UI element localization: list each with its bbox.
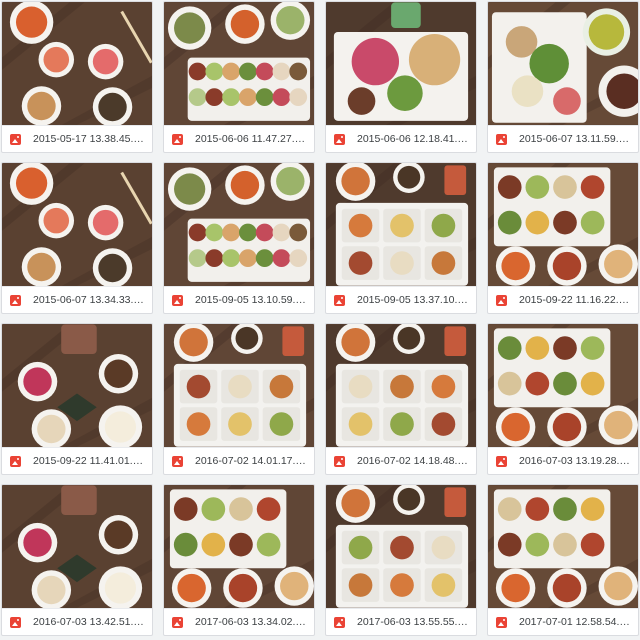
file-caption[interactable]: 2015-06-06 11.47.27.jpg bbox=[164, 125, 314, 152]
file-thumbnail[interactable] bbox=[326, 324, 476, 448]
image-file-icon bbox=[496, 294, 507, 306]
image-file-icon bbox=[496, 133, 507, 145]
file-caption[interactable]: 2017-06-03 13.34.02.jpg bbox=[164, 608, 314, 635]
file-thumbnail[interactable] bbox=[2, 324, 152, 448]
file-thumbnail[interactable] bbox=[326, 2, 476, 126]
file-thumbnail[interactable] bbox=[326, 485, 476, 609]
file-name: 2015-05-17 13.38.45.jpg bbox=[33, 133, 144, 146]
file-name: 2016-07-03 13.19.28.jpg bbox=[519, 455, 630, 468]
file-caption[interactable]: 2016-07-02 14.01.17.jpg bbox=[164, 447, 314, 474]
file-caption[interactable]: 2015-09-22 11.16.22.jpg bbox=[488, 286, 638, 313]
file-name: 2015-09-22 11.41.01.jpg bbox=[33, 455, 144, 468]
file-thumbnail[interactable] bbox=[164, 324, 314, 448]
image-file-icon bbox=[10, 455, 21, 467]
file-name: 2017-07-01 12.58.54.jpg bbox=[519, 616, 630, 629]
file-name: 2015-09-22 11.16.22.jpg bbox=[519, 294, 630, 307]
file-thumbnail[interactable] bbox=[326, 163, 476, 287]
file-tile[interactable]: 2015-09-05 13.37.10.jpg bbox=[325, 162, 477, 314]
file-name: 2015-06-07 13.34.33.jpg bbox=[33, 294, 144, 307]
file-name: 2015-09-05 13.37.10.jpg bbox=[357, 294, 468, 307]
file-tile[interactable]: 2015-09-05 13.10.59.jpg bbox=[163, 162, 315, 314]
file-caption[interactable]: 2015-06-07 13.11.59.jpg bbox=[488, 125, 638, 152]
file-thumbnail[interactable] bbox=[164, 2, 314, 126]
file-caption[interactable]: 2016-07-03 13.42.51.jpg bbox=[2, 608, 152, 635]
image-file-icon bbox=[334, 133, 345, 145]
file-tile[interactable]: 2015-09-22 11.41.01.jpg bbox=[1, 323, 153, 475]
file-tile[interactable]: 2015-06-06 11.47.27.jpg bbox=[163, 1, 315, 153]
file-name: 2016-07-02 14.01.17.jpg bbox=[195, 455, 306, 468]
image-file-icon bbox=[10, 294, 21, 306]
file-tile[interactable]: 2016-07-03 13.19.28.jpg bbox=[487, 323, 639, 475]
image-file-icon bbox=[334, 294, 345, 306]
file-thumbnail[interactable] bbox=[488, 324, 638, 448]
file-caption[interactable]: 2015-06-06 12.18.41.jpg bbox=[326, 125, 476, 152]
file-tile[interactable]: 2016-07-03 13.42.51.jpg bbox=[1, 484, 153, 636]
file-tile[interactable]: 2015-09-22 11.16.22.jpg bbox=[487, 162, 639, 314]
image-file-icon bbox=[172, 294, 183, 306]
file-caption[interactable]: 2016-07-03 13.19.28.jpg bbox=[488, 447, 638, 474]
file-tile[interactable]: 2017-06-03 13.55.55.jpg bbox=[325, 484, 477, 636]
file-tile[interactable]: 2016-07-02 14.01.17.jpg bbox=[163, 323, 315, 475]
image-file-icon bbox=[172, 455, 183, 467]
file-thumbnail[interactable] bbox=[488, 485, 638, 609]
file-name: 2016-07-02 14.18.48.jpg bbox=[357, 455, 468, 468]
image-file-icon bbox=[172, 616, 183, 628]
file-name: 2015-06-06 12.18.41.jpg bbox=[357, 133, 468, 146]
image-file-icon bbox=[334, 455, 345, 467]
file-thumbnail[interactable] bbox=[164, 485, 314, 609]
file-name: 2015-09-05 13.10.59.jpg bbox=[195, 294, 306, 307]
file-grid: 2015-05-17 13.38.45.jpg 2015-06-06 11.47.… bbox=[0, 0, 640, 640]
file-caption[interactable]: 2015-05-17 13.38.45.jpg bbox=[2, 125, 152, 152]
file-tile[interactable]: 2015-06-06 12.18.41.jpg bbox=[325, 1, 477, 153]
file-thumbnail[interactable] bbox=[164, 163, 314, 287]
file-caption[interactable]: 2017-07-01 12.58.54.jpg bbox=[488, 608, 638, 635]
image-file-icon bbox=[10, 133, 21, 145]
file-name: 2015-06-07 13.11.59.jpg bbox=[519, 133, 630, 146]
file-caption[interactable]: 2015-09-22 11.41.01.jpg bbox=[2, 447, 152, 474]
file-caption[interactable]: 2015-09-05 13.37.10.jpg bbox=[326, 286, 476, 313]
file-name: 2015-06-06 11.47.27.jpg bbox=[195, 133, 306, 146]
image-file-icon bbox=[496, 455, 507, 467]
file-caption[interactable]: 2015-09-05 13.10.59.jpg bbox=[164, 286, 314, 313]
file-caption[interactable]: 2016-07-02 14.18.48.jpg bbox=[326, 447, 476, 474]
file-thumbnail[interactable] bbox=[488, 163, 638, 287]
file-tile[interactable]: 2017-07-01 12.58.54.jpg bbox=[487, 484, 639, 636]
file-tile[interactable]: 2015-05-17 13.38.45.jpg bbox=[1, 1, 153, 153]
image-file-icon bbox=[334, 616, 345, 628]
file-name: 2017-06-03 13.34.02.jpg bbox=[195, 616, 306, 629]
file-tile[interactable]: 2015-06-07 13.11.59.jpg bbox=[487, 1, 639, 153]
file-name: 2017-06-03 13.55.55.jpg bbox=[357, 616, 468, 629]
image-file-icon bbox=[172, 133, 183, 145]
file-thumbnail[interactable] bbox=[2, 163, 152, 287]
file-name: 2016-07-03 13.42.51.jpg bbox=[33, 616, 144, 629]
image-file-icon bbox=[10, 616, 21, 628]
file-tile[interactable]: 2015-06-07 13.34.33.jpg bbox=[1, 162, 153, 314]
file-thumbnail[interactable] bbox=[2, 2, 152, 126]
file-caption[interactable]: 2015-06-07 13.34.33.jpg bbox=[2, 286, 152, 313]
image-file-icon bbox=[496, 616, 507, 628]
file-tile[interactable]: 2016-07-02 14.18.48.jpg bbox=[325, 323, 477, 475]
file-tile[interactable]: 2017-06-03 13.34.02.jpg bbox=[163, 484, 315, 636]
file-thumbnail[interactable] bbox=[2, 485, 152, 609]
file-caption[interactable]: 2017-06-03 13.55.55.jpg bbox=[326, 608, 476, 635]
file-thumbnail[interactable] bbox=[488, 2, 638, 126]
